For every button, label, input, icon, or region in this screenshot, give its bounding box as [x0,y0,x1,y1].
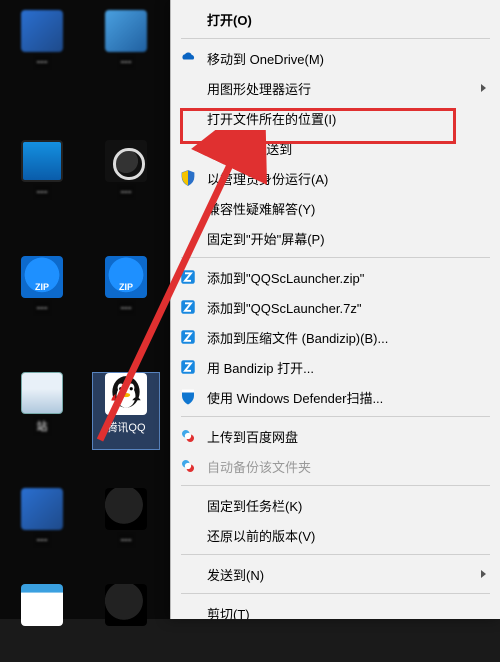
menu-compat[interactable]: 兼容性疑难解答(Y) [171,193,500,223]
menu-zip3[interactable]: 添加到压缩文件 (Bandizip)(B)... [171,322,500,352]
desktop-item[interactable] [92,584,160,662]
desktop-item[interactable]: --- [92,488,160,566]
menu-zip2[interactable]: 添加到"QQScLauncher.7z" [171,292,500,322]
menu-cut[interactable]: 剪切(T) [171,598,500,619]
bandizip-icon [177,296,199,318]
desktop-item[interactable]: --- [8,256,76,334]
menu-qq-send[interactable]: 通过QQ发送到 [171,133,500,163]
desktop-item[interactable]: --- [92,256,160,334]
desktop-item[interactable]: --- [92,140,160,218]
bandizip-icon [177,356,199,378]
context-menu: 打开(O) 移动到 OneDrive(M) 用图形处理器运行 打开文件所在的位置… [170,0,500,619]
recycle-bin[interactable]: 站 [8,372,76,450]
menu-onedrive[interactable]: 移动到 OneDrive(M) [171,43,500,73]
menu-zip1[interactable]: 添加到"QQScLauncher.zip" [171,262,500,292]
defender-icon [177,386,199,408]
desktop-item[interactable]: --- [92,10,160,88]
separator [181,485,490,486]
chevron-right-icon [481,570,486,578]
menu-gpu-run[interactable]: 用图形处理器运行 [171,73,500,103]
menu-send-to[interactable]: 发送到(N) [171,559,500,589]
bandizip-icon [177,266,199,288]
qq-shortcut-label: 腾讯QQ [106,419,145,435]
separator [181,554,490,555]
desktop-item[interactable] [8,584,76,662]
desktop-item[interactable]: --- [8,140,76,218]
baidu-icon [177,425,199,447]
menu-restore[interactable]: 还原以前的版本(V) [171,520,500,550]
baidu-icon [177,455,199,477]
menu-open-file-location[interactable]: 打开文件所在的位置(I) [171,103,500,133]
onedrive-icon [177,47,199,69]
bandizip-icon [177,326,199,348]
desktop-item[interactable]: --- [8,10,76,88]
desktop-background: --- --- --- --- --- --- 站 腾讯QQ --- --- 打… [0,0,500,619]
chevron-right-icon [481,84,486,92]
qq-shortcut[interactable]: 腾讯QQ [92,372,160,450]
menu-pin-taskbar[interactable]: 固定到任务栏(K) [171,490,500,520]
separator [181,257,490,258]
menu-defender[interactable]: 使用 Windows Defender扫描... [171,382,500,412]
separator [181,593,490,594]
menu-open[interactable]: 打开(O) [171,4,500,34]
qq-icon [105,373,147,415]
menu-baidu-upload[interactable]: 上传到百度网盘 [171,421,500,451]
menu-baidu-backup: 自动备份该文件夹 [171,451,500,481]
separator [181,416,490,417]
separator [181,38,490,39]
shield-icon [177,167,199,189]
menu-bandizip-open[interactable]: 用 Bandizip 打开... [171,352,500,382]
menu-run-admin[interactable]: 以管理员身份运行(A) [171,163,500,193]
desktop-icon-area: --- --- --- --- --- --- 站 腾讯QQ --- --- [0,0,170,619]
desktop-item[interactable]: --- [8,488,76,566]
menu-pin-start[interactable]: 固定到"开始"屏幕(P) [171,223,500,253]
